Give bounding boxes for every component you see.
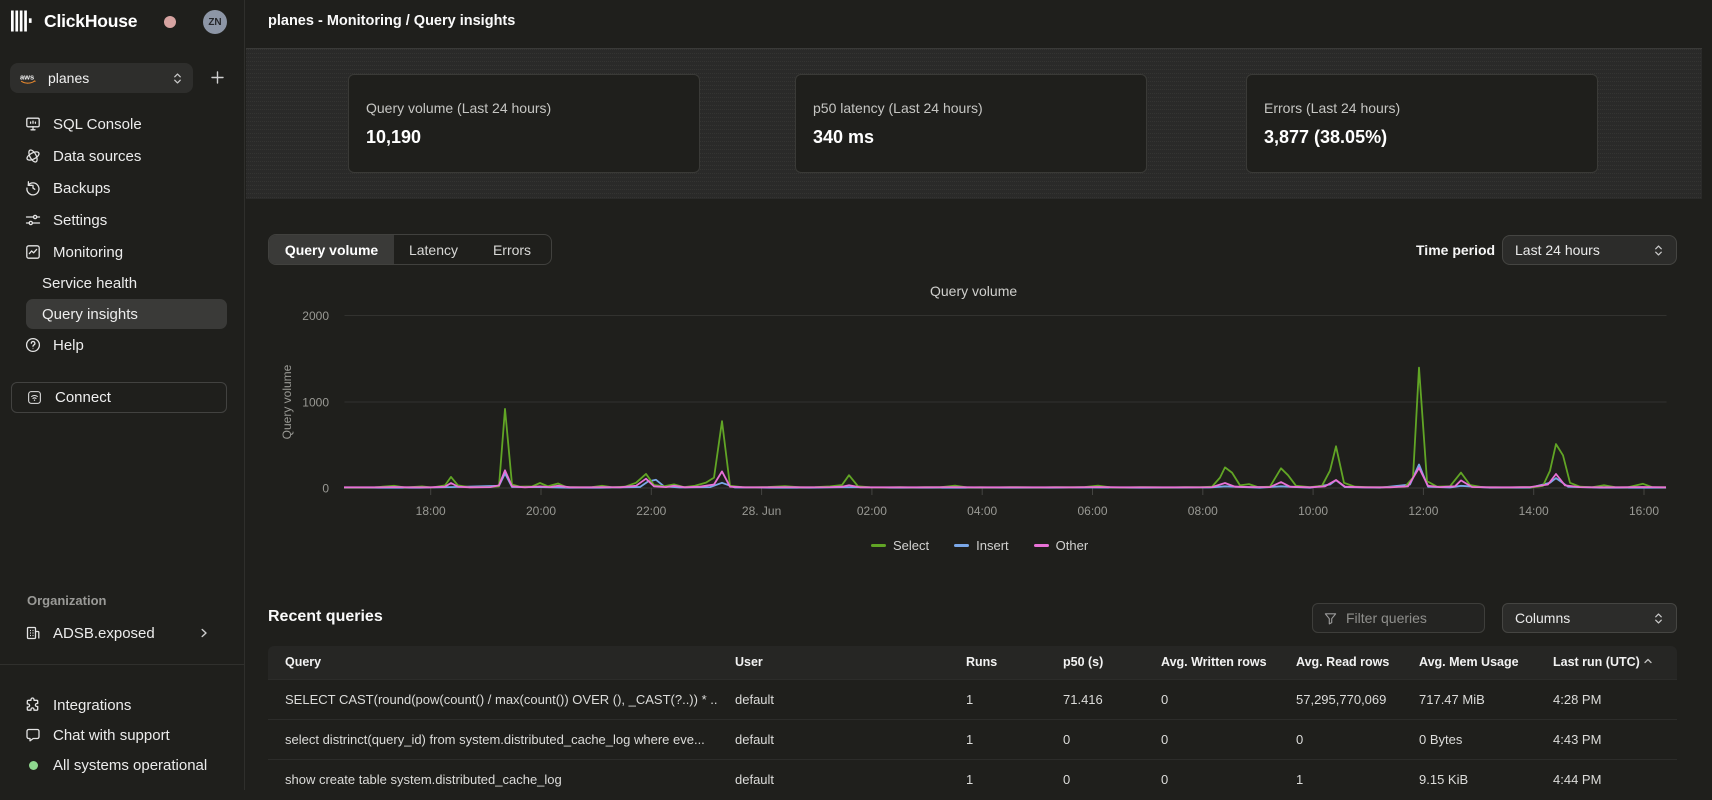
svg-text:14:00: 14:00 [1519, 504, 1549, 518]
svg-text:06:00: 06:00 [1077, 504, 1107, 518]
svg-text:20:00: 20:00 [526, 504, 556, 518]
svg-text:12:00: 12:00 [1408, 504, 1438, 518]
svg-text:16:00: 16:00 [1629, 504, 1659, 518]
svg-text:28. Jun: 28. Jun [742, 504, 781, 518]
svg-text:1000: 1000 [302, 396, 329, 410]
svg-text:02:00: 02:00 [857, 504, 887, 518]
svg-text:22:00: 22:00 [636, 504, 666, 518]
svg-text:2000: 2000 [302, 309, 329, 323]
svg-text:10:00: 10:00 [1298, 504, 1328, 518]
svg-text:08:00: 08:00 [1188, 504, 1218, 518]
svg-text:0: 0 [322, 482, 329, 496]
svg-text:Query volume: Query volume [280, 364, 294, 439]
svg-text:04:00: 04:00 [967, 504, 997, 518]
svg-text:18:00: 18:00 [416, 504, 446, 518]
